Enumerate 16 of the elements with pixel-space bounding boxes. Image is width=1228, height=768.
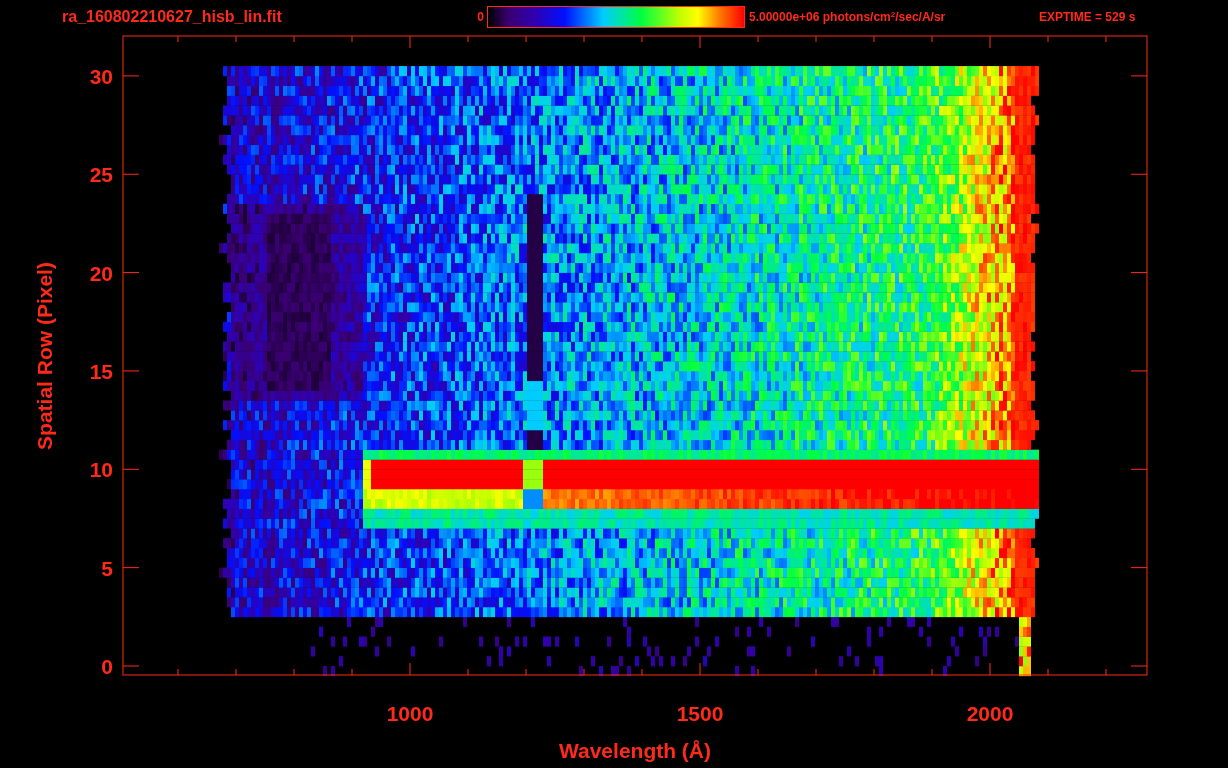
colorbar-max-label: 5.00000e+06 photons/cm$^{2}$/sec/A/sr [749, 9, 947, 26]
y-tick-label: 0 [101, 655, 113, 678]
x-axis-label: Wavelength (Å) [558, 739, 712, 762]
plot-title: ra_160802210627_hisb_lin.fit [62, 7, 283, 27]
y-axis-label: Spatial Row (Pixel) [33, 262, 56, 450]
colorbar-min-label: 0 [476, 9, 484, 26]
y-tick-label: 10 [89, 458, 113, 482]
y-tick-label: 25 [89, 163, 113, 187]
y-tick-label: 30 [89, 64, 113, 88]
exposure-time: EXPTIME = 529 s [1039, 9, 1136, 26]
x-tick-label: 2000 [966, 702, 1014, 725]
y-tick-label: 20 [89, 261, 113, 285]
y-tick-label: 15 [89, 359, 113, 383]
x-tick-label: 1000 [386, 702, 434, 725]
x-tick-label: 1500 [676, 702, 724, 725]
y-tick-label: 5 [101, 556, 113, 580]
